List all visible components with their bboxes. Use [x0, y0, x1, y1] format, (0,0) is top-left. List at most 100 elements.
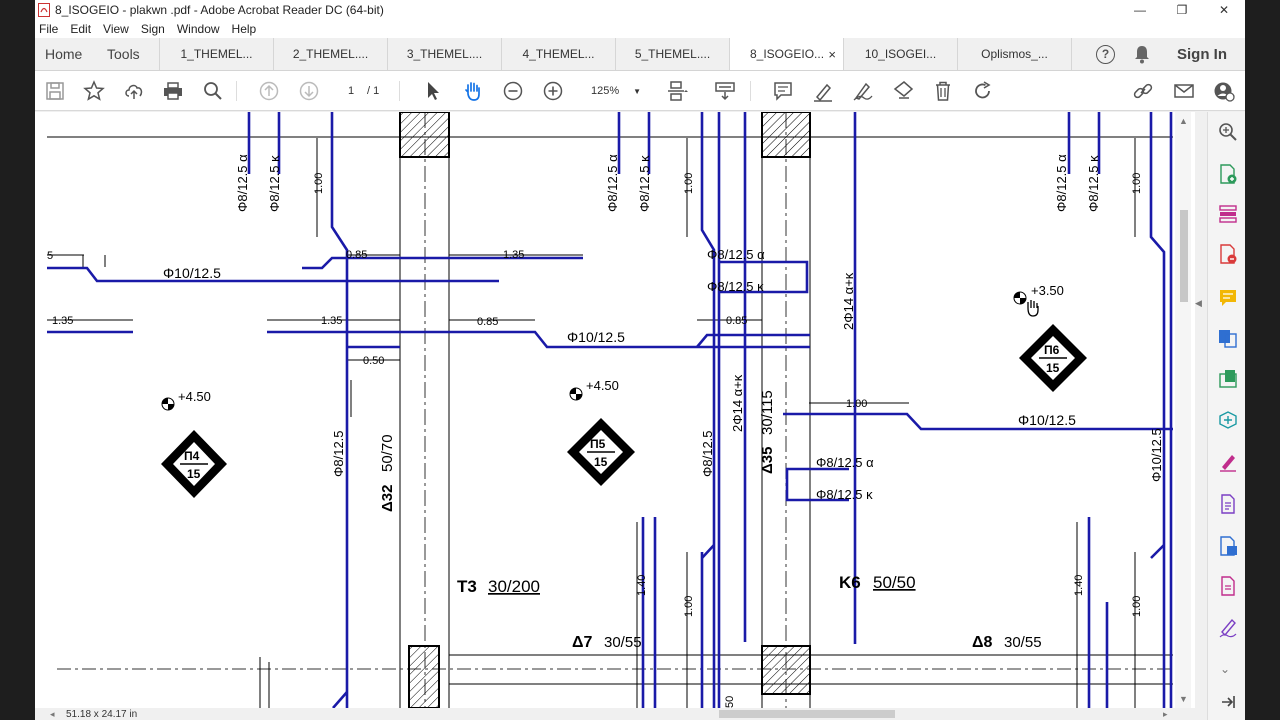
slab-tag-label: 15: [1046, 361, 1060, 375]
fill-sign-icon[interactable]: [1218, 452, 1238, 472]
dimension-label: 0.85: [726, 315, 747, 327]
beam-tag: Δ7: [572, 634, 593, 651]
doc-tab-5[interactable]: 5_THEMEL....: [615, 38, 729, 70]
save-icon[interactable]: [43, 79, 67, 103]
create-pdf-icon[interactable]: [1218, 164, 1238, 184]
menu-view[interactable]: View: [103, 22, 129, 36]
select-cursor-icon[interactable]: [421, 79, 445, 103]
dimension-label: 1.00: [1131, 173, 1143, 194]
protect-icon[interactable]: [1218, 576, 1238, 596]
zoom-tool-icon[interactable]: [1218, 122, 1238, 142]
draw-tool-icon[interactable]: [851, 79, 875, 103]
window-title: 8_ISOGEIO - plakwn .pdf - Adobe Acrobat …: [55, 3, 384, 17]
page-size-label: 51.18 x 24.17 in: [66, 709, 138, 720]
slab-tag-label: 15: [187, 467, 201, 481]
send-for-review-icon[interactable]: [1218, 536, 1238, 556]
menu-sign[interactable]: Sign: [141, 22, 165, 36]
share-user-icon[interactable]: [1212, 79, 1236, 103]
cloud-upload-icon[interactable]: [122, 79, 146, 103]
structural-drawing: Φ8/12.5 α Φ8/12.5 κ 1.00 Φ8/12.5 α Φ8/12…: [47, 112, 1173, 708]
rotate-icon[interactable]: [971, 79, 995, 103]
comment-icon[interactable]: [771, 79, 795, 103]
menu-edit[interactable]: Edit: [70, 22, 91, 36]
rebar-label: 2Φ14 α+κ: [730, 374, 745, 432]
column-tag: Τ3: [457, 577, 477, 596]
menu-bar: File Edit View Sign Window Help: [35, 20, 1245, 38]
hand-tool-icon[interactable]: [461, 79, 485, 103]
zoom-out-icon[interactable]: [501, 79, 525, 103]
scroll-left-icon[interactable]: ◂: [50, 709, 55, 720]
elevation-label: +4.50: [586, 378, 619, 393]
sign-in-button[interactable]: Sign In: [1177, 46, 1227, 63]
slab-tag-label: Π6: [1044, 343, 1060, 357]
restore-button[interactable]: ❐: [1161, 0, 1203, 20]
delete-icon[interactable]: [931, 79, 955, 103]
export-pdf-icon[interactable]: [1218, 244, 1238, 264]
previous-page-icon[interactable]: [257, 79, 281, 103]
right-panel-toggle-icon[interactable]: ◀: [1195, 298, 1202, 309]
document-icon[interactable]: [1218, 494, 1238, 514]
tab-tools[interactable]: Tools: [99, 38, 159, 70]
menu-window[interactable]: Window: [177, 22, 220, 36]
zoom-in-icon[interactable]: [541, 79, 565, 103]
highlight-pen-icon[interactable]: [811, 79, 835, 103]
rebar-label: Φ10/12.5: [163, 265, 221, 281]
signature-pen-icon[interactable]: [1218, 618, 1238, 638]
menu-help[interactable]: Help: [232, 22, 257, 36]
doc-tab-active[interactable]: 8_ISOGEIO... ×: [729, 38, 843, 70]
close-window-button[interactable]: ✕: [1203, 0, 1245, 20]
combine-files-icon[interactable]: [1218, 328, 1238, 348]
organize-pages-icon[interactable]: [1218, 204, 1238, 224]
star-bookmark-icon[interactable]: [82, 79, 106, 103]
rebar-label: Φ10/12.5: [1018, 412, 1076, 428]
more-tools-chevron-icon[interactable]: ⌄: [1220, 662, 1230, 676]
doc-tab-label: 10_ISOGEI...: [864, 47, 937, 61]
help-icon[interactable]: ?: [1096, 44, 1115, 64]
doc-tab-8[interactable]: Oplismos_...: [957, 38, 1071, 70]
scroll-up-icon[interactable]: ▲: [1179, 116, 1188, 126]
link-icon[interactable]: [1131, 79, 1155, 103]
acrobat-window: 8_ISOGEIO - plakwn .pdf - Adobe Acrobat …: [35, 0, 1245, 720]
print-icon[interactable]: [161, 79, 185, 103]
doc-tab-label: 1_THEMEL...: [180, 47, 253, 61]
rebar-label: Φ8/12.5 α: [816, 455, 874, 470]
scroll-thumb[interactable]: [1180, 210, 1188, 302]
column-tag: Κ6: [839, 573, 861, 592]
minimize-button[interactable]: —: [1119, 0, 1161, 20]
doc-tab-3[interactable]: 3_THEMEL....: [387, 38, 501, 70]
next-page-icon[interactable]: [297, 79, 321, 103]
document-area[interactable]: Φ8/12.5 α Φ8/12.5 κ 1.00 Φ8/12.5 α Φ8/12…: [35, 112, 1195, 708]
horizontal-scroll-thumb[interactable]: [719, 710, 895, 718]
zoom-level-select[interactable]: 125% ▼: [581, 81, 643, 101]
slab-tag-diamonds: [161, 324, 1087, 498]
close-tab-icon[interactable]: ×: [828, 47, 836, 62]
page-number-input[interactable]: 1: [337, 81, 365, 101]
search-icon[interactable]: [201, 79, 225, 103]
doc-tab-4[interactable]: 4_THEMEL...: [501, 38, 615, 70]
comment-tool-icon[interactable]: [1218, 288, 1238, 308]
vertical-scrollbar[interactable]: ▲ ▼: [1175, 112, 1191, 708]
doc-tab-label: 4_THEMEL...: [522, 47, 595, 61]
email-icon[interactable]: [1172, 79, 1196, 103]
compress-pdf-icon[interactable]: [1218, 410, 1238, 430]
scroll-down-icon[interactable]: ▼: [1179, 694, 1188, 704]
rebar-label: Φ8/12.5 α: [707, 247, 765, 262]
rebar-label: Φ10/12.5: [1149, 428, 1164, 482]
doc-tab-label: 5_THEMEL....: [634, 47, 711, 61]
column-dim: 30/200: [488, 577, 540, 596]
doc-tab-7[interactable]: 10_ISOGEI...: [843, 38, 957, 70]
tab-home[interactable]: Home: [35, 38, 99, 70]
scroll-right-icon[interactable]: ▸: [1163, 709, 1168, 720]
doc-tab-1[interactable]: 1_THEMEL...: [159, 38, 273, 70]
pdf-app-icon: [38, 3, 50, 17]
pdf-page: Φ8/12.5 α Φ8/12.5 κ 1.00 Φ8/12.5 α Φ8/12…: [47, 112, 1183, 708]
notification-bell-icon[interactable]: [1133, 44, 1151, 64]
page-layout-icon[interactable]: [665, 79, 689, 103]
collapse-panel-icon[interactable]: [1218, 692, 1238, 712]
menu-file[interactable]: File: [39, 22, 58, 36]
toolbar-divider: [236, 81, 237, 101]
scan-icon[interactable]: [1218, 369, 1238, 389]
keyboard-icon[interactable]: [713, 79, 737, 103]
doc-tab-2[interactable]: 2_THEMEL....: [273, 38, 387, 70]
stamp-icon[interactable]: [891, 79, 915, 103]
